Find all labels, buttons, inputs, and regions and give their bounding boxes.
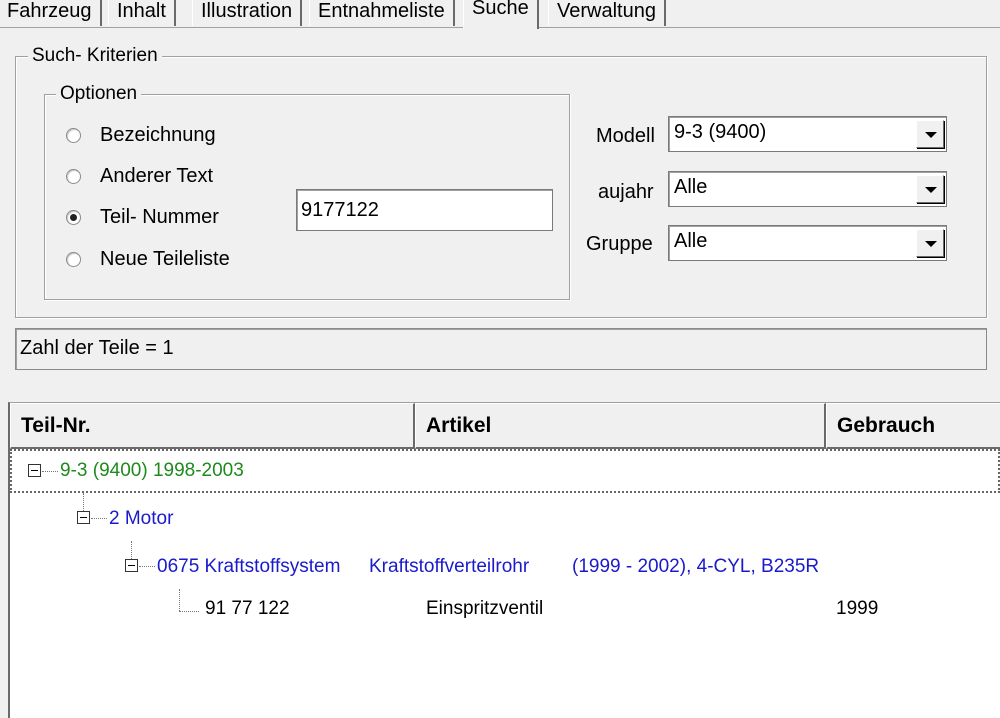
radio-teil-nummer[interactable]: Teil- Nummer [66,204,219,230]
search-criteria-title: Such- Kriterien [28,46,162,66]
tab-verwaltung[interactable]: Verwaltung [548,0,666,26]
column-header-gebrauch[interactable]: Gebrauch [826,403,1000,449]
radio-anderer-text-circle[interactable] [66,168,81,184]
tree-connector [179,589,180,611]
radio-neue-teileliste-label: Neue Teileliste [100,247,230,270]
options-title: Optionen [56,84,142,104]
radio-teil-nummer-circle[interactable] [66,209,81,225]
tree-connector [131,541,132,559]
tab-bar: Fahrzeug Inhalt Illustration Entnahmelis… [0,0,1000,30]
collapse-kraftstoff-icon[interactable] [125,559,138,572]
column-header-teil-nr[interactable]: Teil-Nr. [10,403,415,449]
group-value: Alle [674,230,708,252]
group-dropdown-icon[interactable] [916,229,944,257]
tree-node-root[interactable]: 9-3 (9400) 1998-2003 [60,459,244,483]
search-input[interactable] [296,189,553,231]
part-article-cell[interactable]: Einspritzventil [426,597,543,621]
tab-inhalt[interactable]: Inhalt [108,0,176,26]
part-number-cell[interactable]: 91 77 122 [205,597,290,621]
radio-neue-teileliste-circle[interactable] [66,251,81,267]
tree-node-kraftstoffsystem[interactable]: 0675 Kraftstoffsystem [157,555,340,579]
model-value: 9-3 (9400) [674,121,767,143]
radio-teil-nummer-label: Teil- Nummer [100,205,219,228]
year-select[interactable]: Alle [668,171,947,207]
year-value: Alle [674,176,708,198]
part-count-text: Zahl der Teile = 1 [20,337,174,359]
tree-node-motor[interactable]: 2 Motor [109,507,173,531]
model-dropdown-icon[interactable] [916,120,944,148]
part-usage-cell[interactable]: 1999 [836,597,878,621]
group-label: Gruppe [586,233,653,255]
tree-node-kraftstoffverteilrohr[interactable]: Kraftstoffverteilrohr [369,555,529,579]
tab-suche[interactable]: Suche [463,0,539,29]
tree-connector [139,566,155,567]
tree-connector [42,471,58,472]
model-select[interactable]: 9-3 (9400) [668,116,947,152]
results-tree[interactable]: Teil-Nr. Artikel Gebrauch 9-3 (9400) 199… [8,402,1000,718]
year-dropdown-icon[interactable] [916,175,944,203]
collapse-motor-icon[interactable] [77,511,90,524]
radio-bezeichnung[interactable]: Bezeichnung [66,122,216,148]
year-label: aujahr [598,181,654,203]
radio-bezeichnung-circle[interactable] [66,127,81,143]
tab-illustration[interactable]: Illustration [192,0,303,26]
radio-bezeichnung-label: Bezeichnung [100,123,216,146]
model-label: Modell [596,125,655,147]
tree-connector [83,493,84,511]
tree-node-variant: (1999 - 2002), 4-CYL, B235R [572,556,820,577]
group-select[interactable]: Alle [668,225,947,261]
radio-anderer-text[interactable]: Anderer Text [66,163,213,189]
tree-connector [179,611,199,612]
tab-fahrzeug[interactable]: Fahrzeug [0,0,102,26]
radio-anderer-text-label: Anderer Text [100,164,214,187]
tree-connector [91,518,107,519]
tab-entnahmeliste[interactable]: Entnahmeliste [309,0,455,26]
radio-neue-teileliste[interactable]: Neue Teileliste [66,246,230,272]
part-count-status: Zahl der Teile = 1 [15,328,987,370]
column-header-artikel[interactable]: Artikel [415,403,826,449]
collapse-root-icon[interactable] [28,464,41,477]
